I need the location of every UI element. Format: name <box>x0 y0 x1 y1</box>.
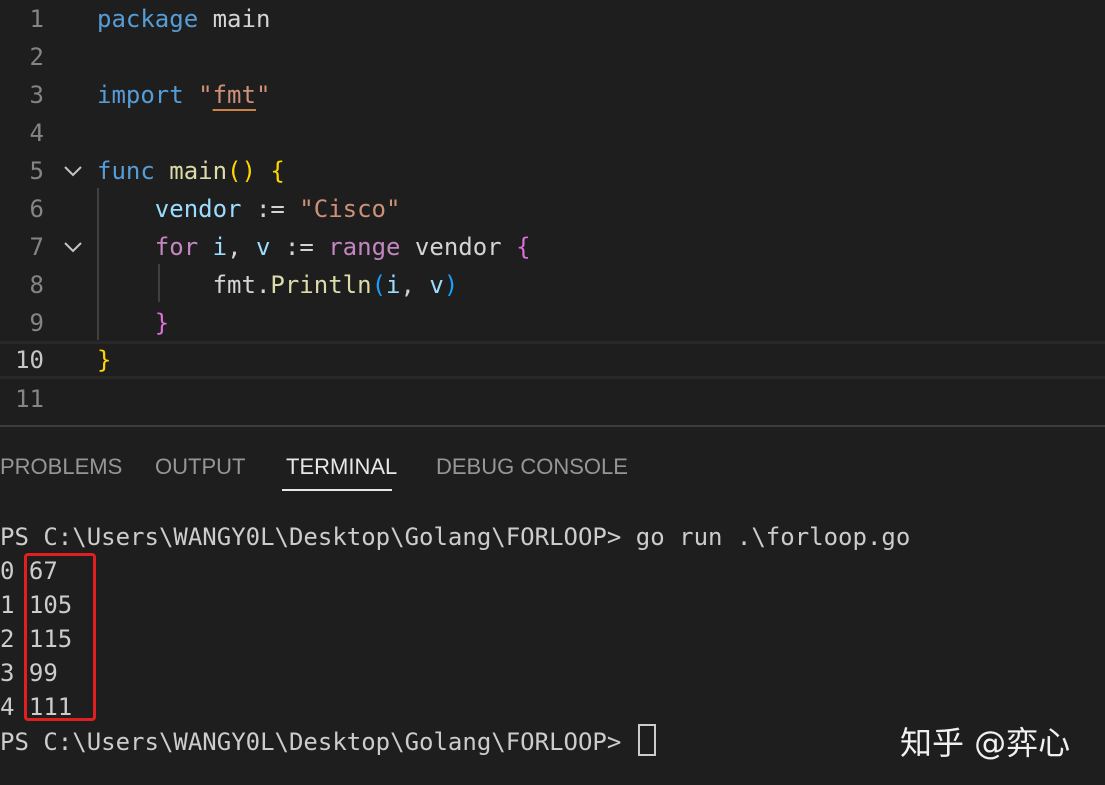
line-number: 4 <box>29 119 44 147</box>
output-index: 1 <box>0 591 15 619</box>
terminal-prompt-line[interactable]: PS C:\Users\WANGY0L\Desktop\Golang\FORLO… <box>0 724 656 759</box>
code-text: } <box>97 346 112 374</box>
line-number: 6 <box>29 195 44 223</box>
code-text: import "fmt" <box>97 81 271 109</box>
editor-line[interactable]: 3 import "fmt" <box>0 76 1105 114</box>
line-number: 11 <box>15 385 44 413</box>
terminal-cursor[interactable] <box>637 724 656 756</box>
editor-line[interactable]: 6 vendor := "Cisco" <box>0 190 1105 228</box>
code-editor[interactable]: 1 package main 2 3 import "fmt" 4 5 func… <box>0 0 1105 425</box>
code-text: package main <box>97 5 271 33</box>
tab-debug-console[interactable]: DEBUG CONSOLE <box>436 449 628 485</box>
output-index: 4 <box>0 693 15 721</box>
editor-line[interactable]: 2 <box>0 38 1105 76</box>
editor-line[interactable]: 8 fmt.Println(i, v) <box>0 266 1105 304</box>
line-number: 7 <box>29 233 44 261</box>
tab-output[interactable]: OUTPUT <box>155 449 245 485</box>
output-index: 2 <box>0 625 15 653</box>
editor-line-current[interactable]: 10 } <box>0 341 1105 379</box>
vscode-window: 1 package main 2 3 import "fmt" 4 5 func… <box>0 0 1105 785</box>
code-text: func main() { <box>97 157 285 185</box>
tab-problems[interactable]: PROBLEMS <box>0 449 122 485</box>
line-number: 9 <box>29 309 44 337</box>
highlight-annotation-box <box>24 553 96 721</box>
chevron-down-icon[interactable] <box>62 238 84 256</box>
editor-line[interactable]: 7 for i, v := range vendor { <box>0 228 1105 266</box>
terminal-prompt: PS C:\Users\WANGY0L\Desktop\Golang\FORLO… <box>0 728 636 756</box>
code-text: fmt.Println(i, v) <box>97 271 459 299</box>
panel-tabs: PROBLEMS OUTPUT TERMINAL DEBUG CONSOLE <box>0 449 1105 493</box>
line-number: 5 <box>29 157 44 185</box>
chevron-down-icon[interactable] <box>62 162 84 180</box>
zhihu-watermark: 知乎 @弈心 <box>900 724 1071 762</box>
tab-terminal[interactable]: TERMINAL <box>286 449 397 485</box>
code-text: for i, v := range vendor { <box>97 233 531 261</box>
terminal-command-line[interactable]: PS C:\Users\WANGY0L\Desktop\Golang\FORLO… <box>0 520 910 554</box>
output-index: 3 <box>0 659 15 687</box>
editor-line[interactable]: 4 <box>0 114 1105 152</box>
line-number: 1 <box>29 5 44 33</box>
editor-line[interactable]: 11 <box>0 380 1105 418</box>
editor-line[interactable]: 5 func main() { <box>0 152 1105 190</box>
line-number: 8 <box>29 271 44 299</box>
code-text: } <box>97 309 170 337</box>
code-text: vendor := "Cisco" <box>97 195 401 223</box>
line-number: 10 <box>15 346 44 374</box>
output-index: 0 <box>0 557 15 585</box>
line-number: 3 <box>29 81 44 109</box>
warning-squiggle: fmt <box>212 81 256 109</box>
line-number: 2 <box>29 43 44 71</box>
active-tab-indicator <box>282 489 392 491</box>
editor-line[interactable]: 1 package main <box>0 0 1105 38</box>
editor-line[interactable]: 9 } <box>0 304 1105 342</box>
